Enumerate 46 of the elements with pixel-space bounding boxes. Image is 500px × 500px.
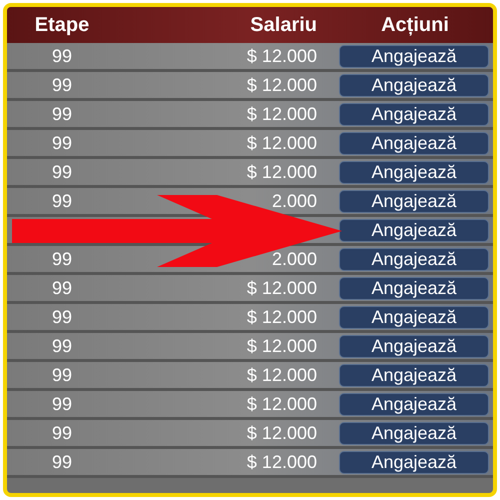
table-cell: 99	[52, 74, 72, 94]
hire-button[interactable]: Angajează	[339, 364, 489, 386]
table-cell: $ 12.000	[246, 364, 317, 384]
table-cell: $ 12.000	[246, 452, 317, 472]
table-cell: 2.000	[272, 190, 317, 210]
hire-button[interactable]: Angajează	[339, 306, 489, 328]
table-cell: $ 12.000	[246, 306, 317, 326]
hire-button[interactable]: Angajează	[339, 392, 489, 416]
table-cell: $ 12.000	[246, 394, 317, 414]
table-cell: 99	[52, 132, 72, 152]
table-cell: $ 12.000	[246, 278, 317, 298]
table-cell: 2.000	[272, 248, 317, 268]
table-cell: $ 12.000	[246, 162, 317, 182]
hire-button[interactable]: Angajează	[339, 248, 489, 270]
table-cell: $ 12.000	[246, 104, 317, 124]
table-cell: 99	[52, 364, 72, 384]
table-cell: 99	[52, 306, 72, 326]
table-cell: 99	[52, 278, 72, 298]
table-cell: 99	[52, 394, 72, 414]
hire-button[interactable]: Angajează	[339, 276, 489, 300]
hire-button[interactable]: Angajează	[339, 74, 489, 96]
table-cell: $ 12.000	[246, 336, 317, 356]
hire-button[interactable]: Angajează	[339, 422, 489, 444]
table-cell: 99	[52, 162, 72, 182]
hire-button[interactable]: Angajează	[339, 218, 489, 242]
table-cell: 99	[52, 336, 72, 356]
table-cell: $ 12.000	[246, 74, 317, 94]
column-header: Salariu	[249, 13, 317, 38]
hire-button[interactable]: Angajează	[339, 160, 489, 184]
column-header: Etape	[34, 13, 90, 38]
table-cell: 99	[52, 248, 72, 268]
table-cell: $ 12.000	[246, 422, 317, 442]
table-cell: 99	[52, 190, 72, 210]
table-cell: 99	[52, 46, 72, 66]
hire-button[interactable]: Angajează	[339, 102, 489, 126]
table-cell: $ 12.000	[246, 132, 317, 152]
hire-button[interactable]: Angajează	[339, 132, 489, 154]
column-header: Acțiuni	[380, 13, 450, 38]
table-cell: 99	[52, 422, 72, 442]
table-cell: 99	[52, 104, 72, 124]
hire-button[interactable]: Angajează	[339, 334, 489, 358]
hire-button[interactable]: Angajează	[339, 190, 489, 212]
table-cell: 99	[52, 452, 72, 472]
hire-button[interactable]: Angajează	[339, 44, 489, 68]
table-cell: $ 12.000	[246, 46, 317, 66]
hire-button[interactable]: Angajează	[339, 450, 489, 474]
